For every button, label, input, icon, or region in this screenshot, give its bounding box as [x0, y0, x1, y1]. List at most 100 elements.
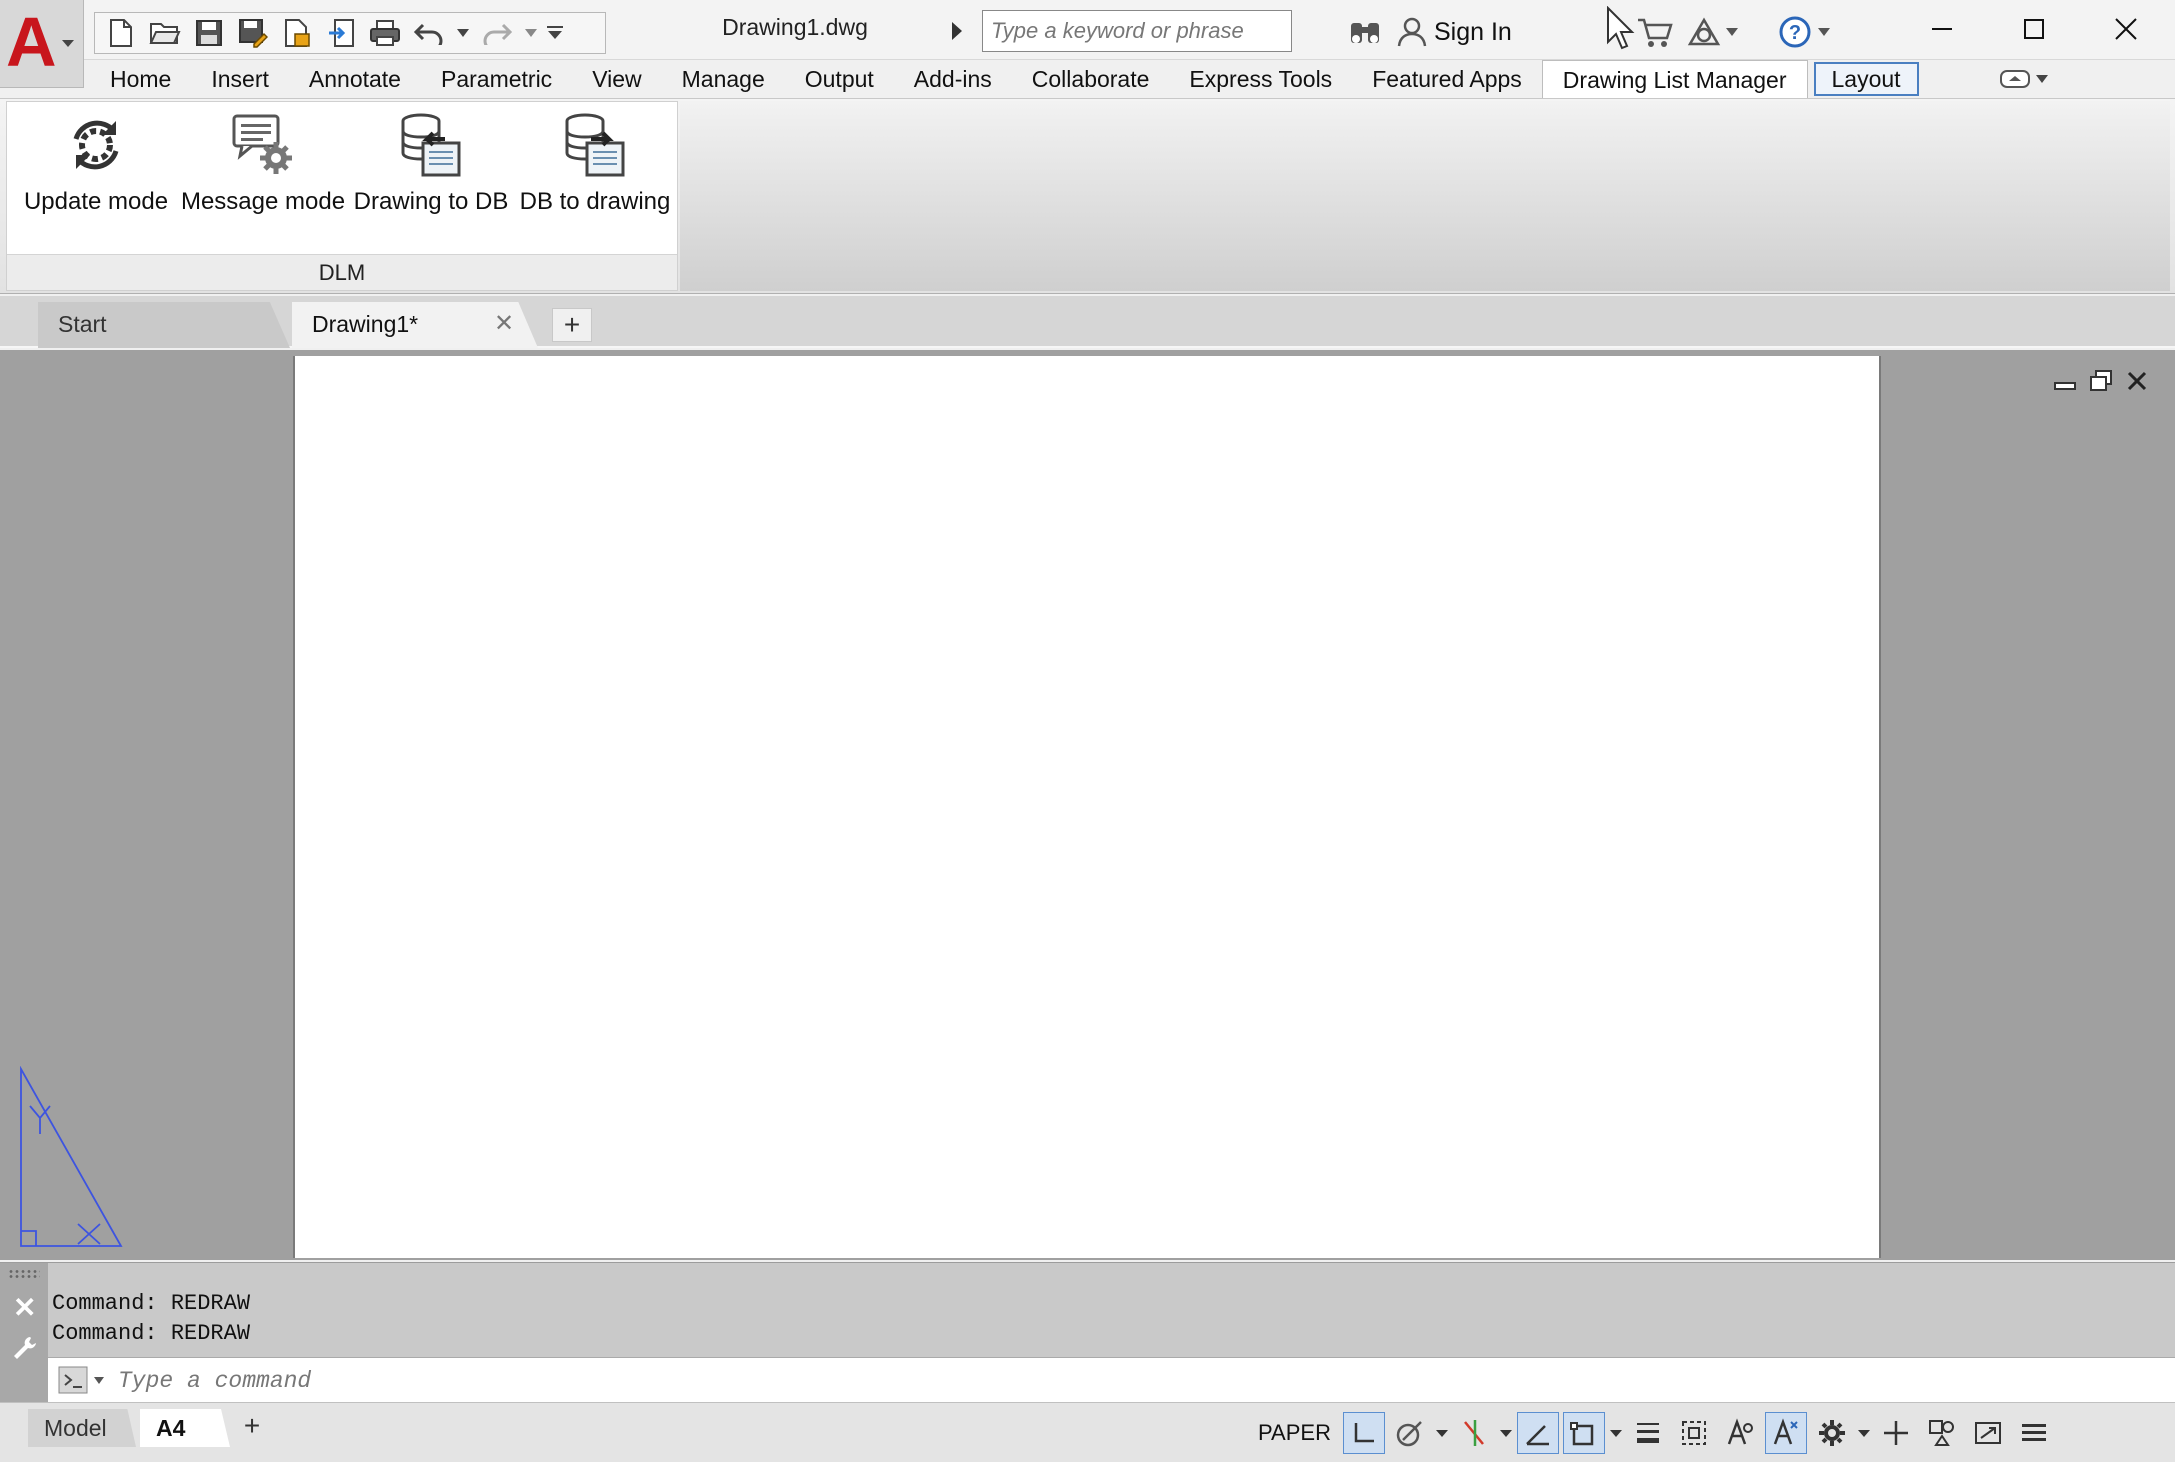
paper-space-toggle[interactable]: PAPER — [1250, 1420, 1339, 1446]
minimize-button[interactable] — [1902, 0, 1982, 58]
ucs-icon — [20, 1066, 123, 1247]
ribbon-tab-add-ins[interactable]: Add-ins — [894, 60, 1012, 98]
binoculars-search-icon[interactable] — [1348, 12, 1382, 52]
open-folder-icon[interactable] — [145, 15, 185, 51]
isometric-drafting-button[interactable] — [1516, 1412, 1559, 1454]
drawing-to-db-icon — [396, 110, 466, 180]
close-command-line-icon[interactable]: ✕ — [13, 1291, 36, 1324]
chevron-down-icon — [62, 40, 74, 47]
dlm-panel-title: DLM — [7, 254, 677, 290]
drawing-canvas[interactable] — [0, 350, 2175, 1260]
ribbon-tab-insert[interactable]: Insert — [191, 60, 289, 98]
ribbon-tab-collaborate[interactable]: Collaborate — [1012, 60, 1170, 98]
layout-tab-model[interactable]: Model — [28, 1409, 136, 1447]
annotation-visibility-button[interactable] — [1719, 1412, 1761, 1454]
ribbon-tab-manage[interactable]: Manage — [662, 60, 785, 98]
command-line-handle[interactable]: ✕ — [0, 1263, 48, 1403]
close-tab-icon[interactable]: ✕ — [494, 309, 514, 338]
auto-scale-button[interactable] — [1764, 1412, 1807, 1454]
workspace-chevron-down-icon[interactable] — [1857, 1412, 1871, 1454]
drag-grip-icon[interactable] — [8, 1269, 40, 1279]
redo-icon[interactable] — [477, 15, 517, 51]
autodesk-app-store-cart-icon[interactable] — [1636, 12, 1674, 52]
undo-icon[interactable] — [409, 15, 449, 51]
ribbon-tab-home[interactable]: Home — [90, 60, 191, 98]
dynamic-input-chevron-down-icon[interactable] — [1435, 1412, 1449, 1454]
ribbon-tab-output[interactable]: Output — [785, 60, 894, 98]
ribbon-display-toggle[interactable] — [2000, 66, 2070, 92]
isolate-objects-button[interactable] — [1921, 1412, 1963, 1454]
command-history-line: Command: REDRAW — [52, 1291, 251, 1316]
new-file-icon[interactable] — [101, 15, 141, 51]
plus-crosshair-icon — [1883, 1421, 1908, 1445]
application-menu-button[interactable]: A — [0, 0, 84, 88]
message-mode-button[interactable]: Message mode — [179, 110, 347, 220]
lineweight-button[interactable] — [1627, 1412, 1669, 1454]
open-from-web-icon[interactable] — [277, 15, 317, 51]
ribbon-tab-featured-apps[interactable]: Featured Apps — [1352, 60, 1542, 98]
polar-tracking-button[interactable] — [1453, 1412, 1495, 1454]
object-snap-button[interactable] — [1562, 1412, 1605, 1454]
ribbon-tab-layout[interactable]: Layout — [1813, 62, 1919, 96]
expand-search-arrow-icon[interactable] — [952, 22, 962, 40]
snap-icon — [1354, 1423, 1374, 1443]
undo-dropdown-chevron-down-icon[interactable] — [453, 15, 473, 51]
customize-wrench-icon[interactable] — [12, 1335, 38, 1361]
customization-menu-button[interactable] — [2013, 1412, 2055, 1454]
autodesk-a360-icon[interactable] — [1686, 12, 1738, 52]
dynamic-input-icon — [1396, 1421, 1422, 1447]
polar-tracking-icon — [1463, 1420, 1484, 1446]
close-icon — [2115, 18, 2137, 40]
help-button[interactable]: ? — [1778, 12, 1830, 52]
search-input[interactable] — [982, 10, 1292, 52]
redo-dropdown-chevron-down-icon[interactable] — [521, 15, 541, 51]
update-mode-icon — [61, 110, 131, 180]
autocad-logo-icon: A — [6, 3, 57, 81]
drawing-to-db-button[interactable]: Drawing to DB — [349, 110, 513, 220]
sign-in-button[interactable]: Sign In — [1396, 12, 1512, 52]
command-prompt-icon[interactable] — [58, 1366, 108, 1399]
ribbon-tab-annotate[interactable]: Annotate — [289, 60, 421, 98]
save-as-icon[interactable] — [233, 15, 273, 51]
viewport-restore-icon[interactable] — [2088, 368, 2114, 394]
ribbon-tab-express-tools[interactable]: Express Tools — [1169, 60, 1352, 98]
plus-icon: + — [563, 309, 581, 340]
workspace-switching-button[interactable] — [1811, 1412, 1853, 1454]
new-layout-button[interactable]: + — [232, 1409, 272, 1445]
new-tab-button[interactable]: + — [552, 308, 592, 342]
layout-tab-a4[interactable]: A4 — [140, 1409, 230, 1447]
title-bar: A Drawing1.dwg Type a keyword or phrase … — [0, 0, 2175, 88]
close-window-button[interactable] — [2086, 0, 2166, 58]
drawing-to-db-label: Drawing to DB — [353, 188, 509, 215]
customize-toolbar-icon[interactable] — [545, 15, 565, 51]
user-icon — [1397, 17, 1427, 47]
paper-sheet[interactable] — [293, 356, 1881, 1258]
dynamic-input-button[interactable] — [1389, 1412, 1431, 1454]
annotation-monitor-button[interactable] — [1875, 1412, 1917, 1454]
snap-mode-button[interactable] — [1342, 1412, 1385, 1454]
gear-icon — [1818, 1420, 1845, 1446]
save-icon[interactable] — [189, 15, 229, 51]
command-input-row — [48, 1357, 2175, 1403]
ribbon-tab-parametric[interactable]: Parametric — [421, 60, 572, 98]
help-icon: ? — [1779, 16, 1811, 48]
ribbon-tab-drawing-list-manager[interactable]: Drawing List Manager — [1541, 60, 1808, 98]
viewport-minimize-icon[interactable] — [2052, 368, 2078, 394]
share-icon[interactable] — [321, 15, 361, 51]
selection-cycling-button[interactable] — [1673, 1412, 1715, 1454]
file-tab-start[interactable]: Start — [38, 302, 290, 348]
object-snap-chevron-down-icon[interactable] — [1609, 1412, 1623, 1454]
update-mode-button[interactable]: Update mode — [15, 110, 177, 220]
mouse-cursor-icon — [1607, 6, 1635, 50]
command-line-window: ✕ Command: REDRAW Command: REDRAW — [0, 1262, 2175, 1403]
polar-tracking-chevron-down-icon[interactable] — [1499, 1412, 1513, 1454]
ribbon-tab-bar: Home Insert Annotate Parametric View Man… — [90, 60, 1919, 98]
viewport-close-icon[interactable] — [2124, 368, 2150, 394]
command-input[interactable] — [118, 1362, 2018, 1400]
ribbon-tab-view[interactable]: View — [572, 60, 661, 98]
plot-printer-icon[interactable] — [365, 15, 405, 51]
object-snap-icon — [1569, 1422, 1594, 1446]
db-to-drawing-button[interactable]: DB to drawing — [515, 110, 675, 220]
clean-screen-button[interactable] — [1967, 1412, 2009, 1454]
maximize-button[interactable] — [1994, 0, 2074, 58]
